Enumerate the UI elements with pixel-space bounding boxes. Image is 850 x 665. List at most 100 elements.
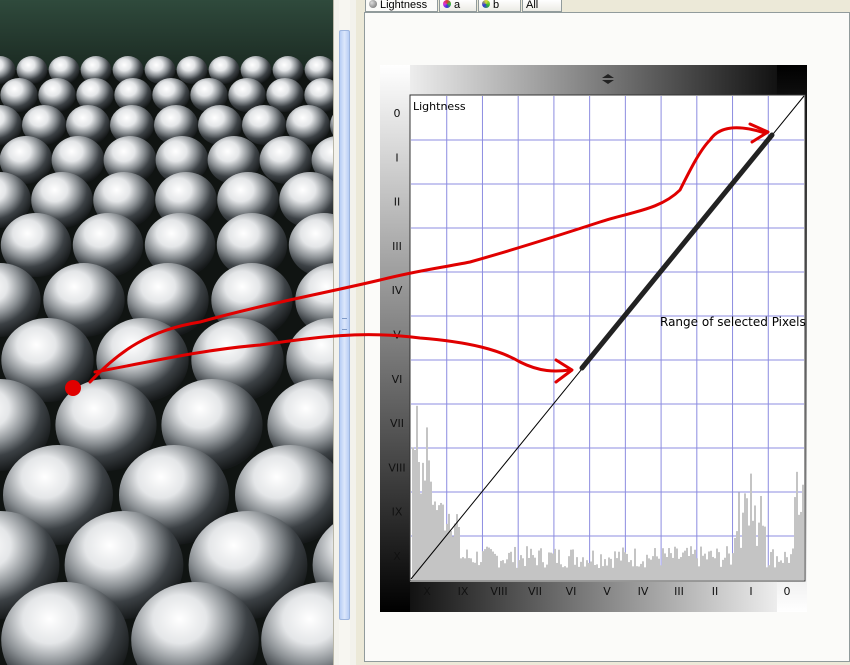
histogram-bar: [770, 551, 772, 580]
histogram-bar: [692, 554, 694, 580]
histogram-bar: [706, 559, 708, 580]
histogram-bar: [468, 558, 470, 580]
histogram-bar: [492, 551, 494, 580]
range-annotation: Range of selected Pixels: [660, 315, 806, 329]
x-tick-label: IV: [638, 585, 649, 598]
histogram-bar: [742, 512, 744, 580]
tab-all-label: All: [526, 0, 539, 11]
tab-b[interactable]: b: [478, 0, 521, 12]
histogram-bar: [414, 449, 416, 580]
histogram-bar: [462, 557, 464, 580]
y-tick-label: VI: [392, 373, 403, 386]
histogram-bar: [590, 561, 592, 580]
histogram-bar: [486, 546, 488, 580]
histogram-bar: [760, 495, 762, 580]
histogram-bar: [728, 553, 730, 580]
histogram-bar: [526, 546, 528, 580]
histogram-bar: [586, 560, 588, 580]
histogram-bar: [696, 558, 698, 580]
histogram-bar: [684, 550, 686, 580]
histogram-bar: [708, 551, 710, 580]
curve-graph[interactable]: 0IIIIIIIVVVIVIIVIIIIXX X IX VIII VII VI V IV II…: [380, 65, 807, 612]
histogram-bar: [610, 558, 612, 580]
histogram-bar: [594, 564, 596, 580]
y-tick-label: IX: [392, 506, 403, 519]
histogram-bar: [476, 551, 478, 580]
histogram-bar: [790, 554, 792, 580]
tab-a[interactable]: a: [439, 0, 477, 12]
histogram-bar: [464, 558, 466, 580]
histogram-bar: [636, 566, 638, 580]
histogram-bar: [648, 558, 650, 580]
color-ball-icon: [482, 0, 490, 8]
histogram-bar: [678, 558, 680, 580]
histogram-bar: [428, 460, 430, 580]
radio-dot-icon: [369, 0, 377, 8]
histogram-bar: [658, 558, 660, 580]
histogram-bar: [634, 548, 636, 580]
tab-lightness[interactable]: Lightness: [365, 0, 438, 12]
histogram-bar: [418, 462, 420, 580]
histogram-bar: [612, 567, 614, 580]
histogram-bar: [710, 550, 712, 580]
histogram-bar: [436, 510, 438, 580]
histogram-bar: [536, 565, 538, 580]
histogram-bar: [694, 549, 696, 580]
histogram-bar: [448, 513, 450, 580]
x-tick-label: IX: [458, 585, 469, 598]
histogram-bar: [482, 551, 484, 580]
histogram-bar: [540, 548, 542, 580]
histogram-bar: [546, 564, 548, 580]
histogram-bar: [746, 498, 748, 580]
histogram-bar: [738, 492, 740, 580]
scrollbar-grip-icon: [342, 318, 347, 330]
histogram-bar: [754, 505, 756, 580]
histogram-bar: [766, 567, 768, 580]
histogram-bar: [512, 562, 514, 580]
histogram-bar: [596, 564, 598, 580]
histogram-bar: [664, 553, 666, 580]
histogram-bar: [452, 536, 454, 580]
histogram-bar: [700, 546, 702, 580]
histogram-bar: [622, 547, 624, 580]
histogram-bar: [490, 549, 492, 580]
histogram-bar: [466, 549, 468, 580]
histogram-bar: [800, 511, 802, 580]
x-tick-label: VI: [566, 585, 577, 598]
histogram-bar: [554, 548, 556, 580]
histogram-bar: [582, 557, 584, 580]
tab-lightness-label: Lightness: [380, 0, 428, 11]
histogram-bar: [562, 567, 564, 580]
histogram-bar: [776, 556, 778, 580]
histogram-bar: [544, 567, 546, 580]
histogram-bar: [662, 548, 664, 580]
histogram-bar: [550, 552, 552, 580]
histogram-bar: [688, 556, 690, 580]
histogram-bar: [564, 566, 566, 580]
histogram-bar: [628, 562, 630, 580]
histogram-bar: [782, 562, 784, 580]
histogram-bar: [630, 560, 632, 580]
histogram-bar: [518, 560, 520, 580]
y-tick-label: I: [395, 151, 398, 164]
histogram-bar: [640, 563, 642, 580]
histogram-bar: [730, 564, 732, 580]
histogram-bar: [618, 551, 620, 580]
histogram-bar: [668, 548, 670, 580]
histogram-bar: [778, 561, 780, 580]
tab-a-label: a: [454, 0, 461, 11]
source-image: [0, 0, 333, 665]
histogram-bar: [734, 537, 736, 580]
histogram-bar: [602, 566, 604, 580]
histogram-bar: [598, 567, 600, 580]
y-tick-label: X: [393, 550, 401, 563]
x-tick-label: X: [423, 585, 431, 598]
histogram-bar: [568, 556, 570, 580]
histogram-bar: [422, 462, 424, 580]
tab-all[interactable]: All: [522, 0, 562, 12]
histogram-bar: [670, 553, 672, 580]
histogram-bar: [548, 552, 550, 580]
histogram-bar: [472, 562, 474, 580]
curve-editor[interactable]: 0 I II III IV V VI VII VIII IX X X IX VIII VII VI V IV II…: [380, 65, 807, 612]
histogram-bar: [504, 563, 506, 580]
